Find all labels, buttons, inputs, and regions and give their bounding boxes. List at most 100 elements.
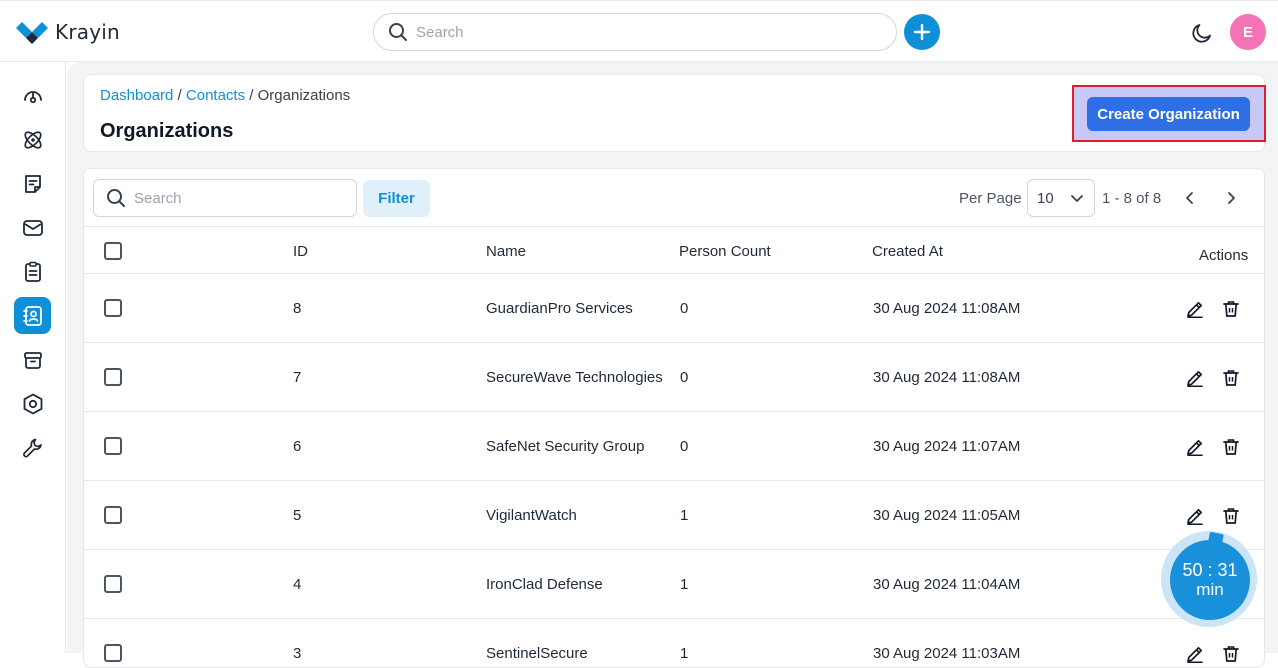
gear-icon xyxy=(23,393,42,414)
sidebar-item-configuration[interactable] xyxy=(14,429,51,466)
datagrid: Filter Per Page 10 1 - 8 of 8 ID Name Pe… xyxy=(83,168,1265,668)
top-bar: Krayin E xyxy=(0,0,1278,62)
cell-id: 3 xyxy=(293,645,302,662)
contact-book-icon xyxy=(22,305,42,326)
mail-icon xyxy=(22,219,43,236)
sidebar-item-quotes[interactable] xyxy=(14,165,51,202)
gauge-icon xyxy=(23,90,42,103)
cell-id: 4 xyxy=(293,576,302,593)
table-row[interactable]: 5 VigilantWatch 1 30 Aug 2024 11:05AM xyxy=(84,481,1264,550)
atom-icon xyxy=(23,130,42,149)
breadcrumb-separator: / xyxy=(245,87,258,104)
sidebar-item-mail[interactable] xyxy=(14,209,51,246)
global-search-input[interactable] xyxy=(416,23,856,41)
table-row[interactable]: 4 IronClad Defense 1 30 Aug 2024 11:04AM xyxy=(84,550,1264,619)
sidebar-item-contacts[interactable] xyxy=(14,297,51,334)
table-row[interactable]: 7 SecureWave Technologies 0 30 Aug 2024 11:… xyxy=(84,343,1264,412)
note-icon xyxy=(24,174,41,193)
edit-button[interactable] xyxy=(1184,367,1206,389)
row-checkbox[interactable] xyxy=(104,644,122,662)
krayin-logo-icon xyxy=(16,22,48,44)
row-checkbox[interactable] xyxy=(104,437,122,455)
chevron-down-icon xyxy=(1071,195,1083,202)
chevron-left-icon xyxy=(1186,192,1193,204)
datagrid-search[interactable] xyxy=(93,179,357,217)
delete-button[interactable] xyxy=(1220,298,1242,320)
next-page-button[interactable] xyxy=(1219,186,1243,210)
datagrid-search-input[interactable] xyxy=(134,189,334,207)
cell-created-at: 30 Aug 2024 11:07AM xyxy=(873,438,1021,455)
breadcrumb-separator: / xyxy=(173,87,186,104)
quick-create-button[interactable] xyxy=(904,14,940,50)
global-search[interactable] xyxy=(373,13,897,51)
breadcrumb: Dashboard / Contacts / Organizations xyxy=(100,87,350,104)
column-header-actions: Actions xyxy=(1199,247,1249,264)
pencil-icon xyxy=(1187,508,1203,526)
cell-name: GuardianPro Services xyxy=(486,300,633,317)
search-icon xyxy=(107,189,125,207)
delete-button[interactable] xyxy=(1220,643,1242,665)
sidebar-item-leads[interactable] xyxy=(14,121,51,158)
delete-button[interactable] xyxy=(1220,505,1242,527)
row-checkbox[interactable] xyxy=(104,299,122,317)
sidebar-item-products[interactable] xyxy=(14,341,51,378)
cell-id: 7 xyxy=(293,369,302,386)
cell-person-count: 1 xyxy=(680,507,689,524)
chevron-right-icon xyxy=(1228,192,1235,204)
timer-time: 50 : 31 xyxy=(1182,560,1238,580)
create-organization-button[interactable]: Create Organization xyxy=(1087,97,1250,131)
cell-person-count: 0 xyxy=(680,369,689,386)
user-avatar[interactable]: E xyxy=(1230,14,1266,50)
cell-created-at: 30 Aug 2024 11:03AM xyxy=(873,645,1021,662)
sidebar-item-activities[interactable] xyxy=(14,253,51,290)
timer-unit: min xyxy=(1196,580,1224,599)
column-header-created-at[interactable]: Created At xyxy=(872,243,943,260)
previous-page-button[interactable] xyxy=(1178,186,1202,210)
table-row[interactable]: 6 SafeNet Security Group 0 30 Aug 2024 11:0… xyxy=(84,412,1264,481)
column-header-person-count[interactable]: Person Count xyxy=(679,243,771,260)
plus-icon xyxy=(913,23,931,41)
sidebar-item-settings[interactable] xyxy=(14,385,51,422)
table-row[interactable]: 8 GuardianPro Services 0 30 Aug 2024 11:08A… xyxy=(84,274,1264,343)
trash-icon xyxy=(1223,370,1239,386)
cell-created-at: 30 Aug 2024 11:05AM xyxy=(873,507,1021,524)
trash-icon xyxy=(1223,301,1239,317)
moon-icon xyxy=(1192,24,1211,43)
select-all-checkbox[interactable] xyxy=(104,242,122,260)
trash-icon xyxy=(1223,508,1239,524)
edit-button[interactable] xyxy=(1184,643,1206,665)
app-logo[interactable]: Krayin xyxy=(16,20,120,44)
delete-button[interactable] xyxy=(1220,367,1242,389)
cell-name: SafeNet Security Group xyxy=(486,438,645,455)
edit-button[interactable] xyxy=(1184,298,1206,320)
table-row[interactable]: 3 SentinelSecure 1 30 Aug 2024 11:03AM xyxy=(84,619,1264,667)
clipboard-icon xyxy=(24,261,41,282)
edit-button[interactable] xyxy=(1184,505,1206,527)
filter-button[interactable]: Filter xyxy=(363,180,430,217)
cell-name: SecureWave Technologies xyxy=(486,369,663,386)
trash-icon xyxy=(1223,439,1239,455)
sidebar-item-dashboard[interactable] xyxy=(14,77,51,114)
trash-icon xyxy=(1223,646,1239,662)
dark-mode-toggle[interactable] xyxy=(1189,20,1215,46)
row-checkbox[interactable] xyxy=(104,506,122,524)
breadcrumb-dashboard[interactable]: Dashboard xyxy=(100,87,173,104)
per-page-value: 10 xyxy=(1037,189,1054,207)
cell-created-at: 30 Aug 2024 11:08AM xyxy=(873,369,1021,386)
row-checkbox[interactable] xyxy=(104,368,122,386)
session-timer[interactable]: 50 : 31 min xyxy=(1170,540,1250,620)
per-page-select[interactable]: 10 xyxy=(1027,179,1095,217)
cell-name: VigilantWatch xyxy=(486,507,577,524)
row-checkbox[interactable] xyxy=(104,575,122,593)
box-icon xyxy=(23,351,42,369)
main-content: Dashboard / Contacts / Organizations Org… xyxy=(67,62,1278,668)
page-header-card: Dashboard / Contacts / Organizations Org… xyxy=(83,74,1266,152)
pencil-icon xyxy=(1187,646,1203,664)
delete-button[interactable] xyxy=(1220,436,1242,458)
breadcrumb-contacts[interactable]: Contacts xyxy=(186,87,245,104)
column-header-id[interactable]: ID xyxy=(293,243,308,260)
column-header-name[interactable]: Name xyxy=(486,243,526,260)
edit-button[interactable] xyxy=(1184,436,1206,458)
pagination-range: 1 - 8 of 8 xyxy=(1102,190,1162,207)
pencil-icon xyxy=(1187,301,1203,319)
